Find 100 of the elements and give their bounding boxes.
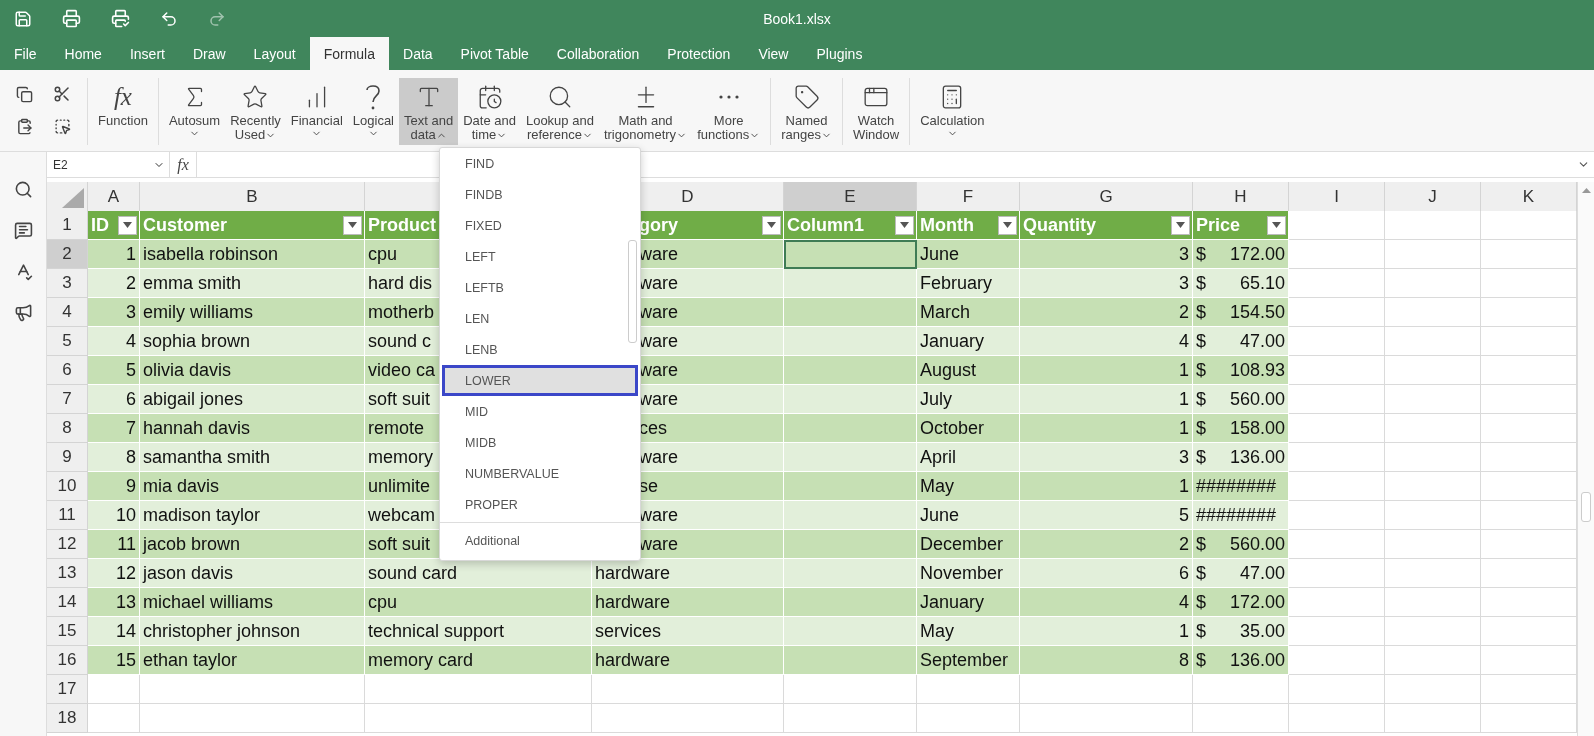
menu-item[interactable]: LEFTB (442, 272, 638, 303)
column-header[interactable]: H (1193, 182, 1289, 212)
cell-name-box[interactable]: E2 (47, 152, 170, 177)
filter-button[interactable] (895, 215, 914, 235)
row-header[interactable]: 17 (47, 675, 88, 704)
row-header[interactable]: 7 (47, 385, 88, 414)
search-icon[interactable] (13, 180, 33, 199)
column-header[interactable]: A (88, 182, 140, 212)
ribbon-button[interactable]: Logical (347, 78, 399, 145)
menu-tab[interactable]: Layout (239, 37, 310, 70)
menu-item[interactable]: MIDB (442, 427, 638, 458)
ribbon-button[interactable]: Autosum (163, 78, 226, 145)
filter-button[interactable] (1267, 215, 1286, 235)
scrollbar[interactable] (1577, 182, 1594, 736)
menu-tab[interactable]: Insert (115, 37, 179, 70)
row-header[interactable]: 8 (47, 414, 88, 443)
column-header[interactable]: F (917, 182, 1020, 212)
column-header[interactable]: I (1289, 182, 1385, 212)
ribbon-button[interactable]: Financial (285, 78, 348, 145)
ribbon-button[interactable]: Named ranges (776, 78, 837, 145)
ribbon-button[interactable]: Watch Window (847, 78, 905, 145)
ribbon-button[interactable]: More functions (692, 78, 766, 145)
ribbon-button[interactable]: Date and time (458, 78, 521, 145)
filter-button[interactable] (343, 215, 362, 235)
scrollbar-thumb[interactable] (1581, 492, 1591, 522)
menu-tab[interactable]: Pivot Table (446, 37, 543, 70)
column-header[interactable]: G (1020, 182, 1193, 212)
table-cell-text: $ 136.00 (1196, 446, 1285, 468)
row-header[interactable]: 11 (47, 501, 88, 530)
menu-item[interactable]: LEFT (442, 241, 638, 272)
filter-button[interactable] (762, 215, 781, 235)
menu-tab[interactable]: Data (389, 37, 447, 70)
row-header[interactable]: 15 (47, 617, 88, 646)
comment-icon[interactable] (13, 221, 33, 240)
row-header[interactable]: 5 (47, 327, 88, 356)
menu-tab[interactable]: File (0, 37, 51, 70)
menu-tab[interactable]: Protection (653, 37, 745, 70)
table-cell-text: 5 (126, 359, 136, 381)
row-header[interactable]: 16 (47, 646, 88, 675)
row-header[interactable]: 10 (47, 472, 88, 501)
menu-item[interactable]: LOWER (442, 365, 638, 396)
filter-button[interactable] (998, 215, 1017, 235)
table-cell-text: $ 47.00 (1196, 562, 1285, 584)
menu-tab[interactable]: Formula (309, 37, 389, 70)
table-cell-text: 1 (1179, 417, 1189, 439)
column-header[interactable]: K (1481, 182, 1577, 212)
print-icon[interactable] (62, 9, 81, 28)
ribbon-button[interactable]: Recently Used (225, 78, 286, 145)
menu-tab[interactable]: View (744, 37, 803, 70)
ribbon-button[interactable]: Lookup and reference (520, 78, 599, 145)
row-header[interactable]: 14 (47, 588, 88, 617)
menu-item[interactable]: FIXED (442, 210, 638, 241)
row-header[interactable]: 3 (47, 269, 88, 298)
menu-tab[interactable]: Collaboration (542, 37, 654, 70)
table-cell-text: 4 (1179, 591, 1189, 613)
column-header[interactable]: E (784, 182, 917, 212)
table-cell-text: isabella robinson (143, 243, 279, 265)
save-icon[interactable] (14, 9, 32, 28)
ribbon-button[interactable]: Text and data (399, 78, 459, 145)
row-header[interactable]: 6 (47, 356, 88, 385)
table-cell-text: $ 65.10 (1196, 272, 1285, 294)
table-cell-text: 1 (1179, 388, 1189, 410)
menu-item[interactable]: Additional (442, 525, 638, 556)
insert-function-button[interactable]: fx (170, 152, 197, 177)
table-cell-text: $ 154.50 (1196, 301, 1285, 323)
menu-tab[interactable]: Plugins (802, 37, 877, 70)
row-header[interactable]: 13 (47, 559, 88, 588)
table-header-text: Quantity (1023, 214, 1096, 236)
menu-scrollbar[interactable] (628, 240, 637, 343)
menu-tab[interactable]: Draw (178, 37, 240, 70)
menu-item[interactable]: PROPER (442, 489, 638, 520)
row-header[interactable]: 18 (47, 704, 88, 733)
ribbon-button[interactable]: Math and trigonometry (598, 78, 693, 145)
row-header[interactable]: 4 (47, 298, 88, 327)
menu-item[interactable]: LENB (442, 334, 638, 365)
menu-item[interactable]: NUMBERVALUE (442, 458, 638, 489)
function-button[interactable]: fx Function (93, 78, 153, 145)
megaphone-icon[interactable] (13, 303, 33, 322)
table-header-text: Customer (143, 214, 227, 236)
filter-button[interactable] (1171, 215, 1190, 235)
table-cell-text: 8 (1179, 649, 1189, 671)
print-check-icon[interactable] (111, 9, 130, 28)
menu-tab[interactable]: Home (50, 37, 116, 70)
table-cell-text: May (920, 620, 954, 642)
row-header[interactable]: 1 (47, 211, 88, 240)
table-cell-text: cpu (368, 243, 398, 265)
table-cell-text: hardware (595, 649, 671, 671)
table-cell-text: 13 (115, 591, 136, 613)
ellipsis-icon (718, 95, 739, 99)
ribbon-button[interactable]: Calculation (915, 78, 990, 145)
column-header[interactable]: B (140, 182, 365, 212)
row-header[interactable]: 9 (47, 443, 88, 472)
column-header[interactable]: J (1385, 182, 1481, 212)
undo-icon[interactable] (160, 9, 178, 28)
row-header[interactable]: 12 (47, 530, 88, 559)
menu-item[interactable]: MID (442, 396, 638, 427)
filter-button[interactable] (118, 215, 137, 235)
menu-item[interactable]: LEN (442, 303, 638, 334)
menu-item[interactable]: FIND (442, 148, 638, 179)
row-header[interactable]: 2 (47, 240, 88, 269)
